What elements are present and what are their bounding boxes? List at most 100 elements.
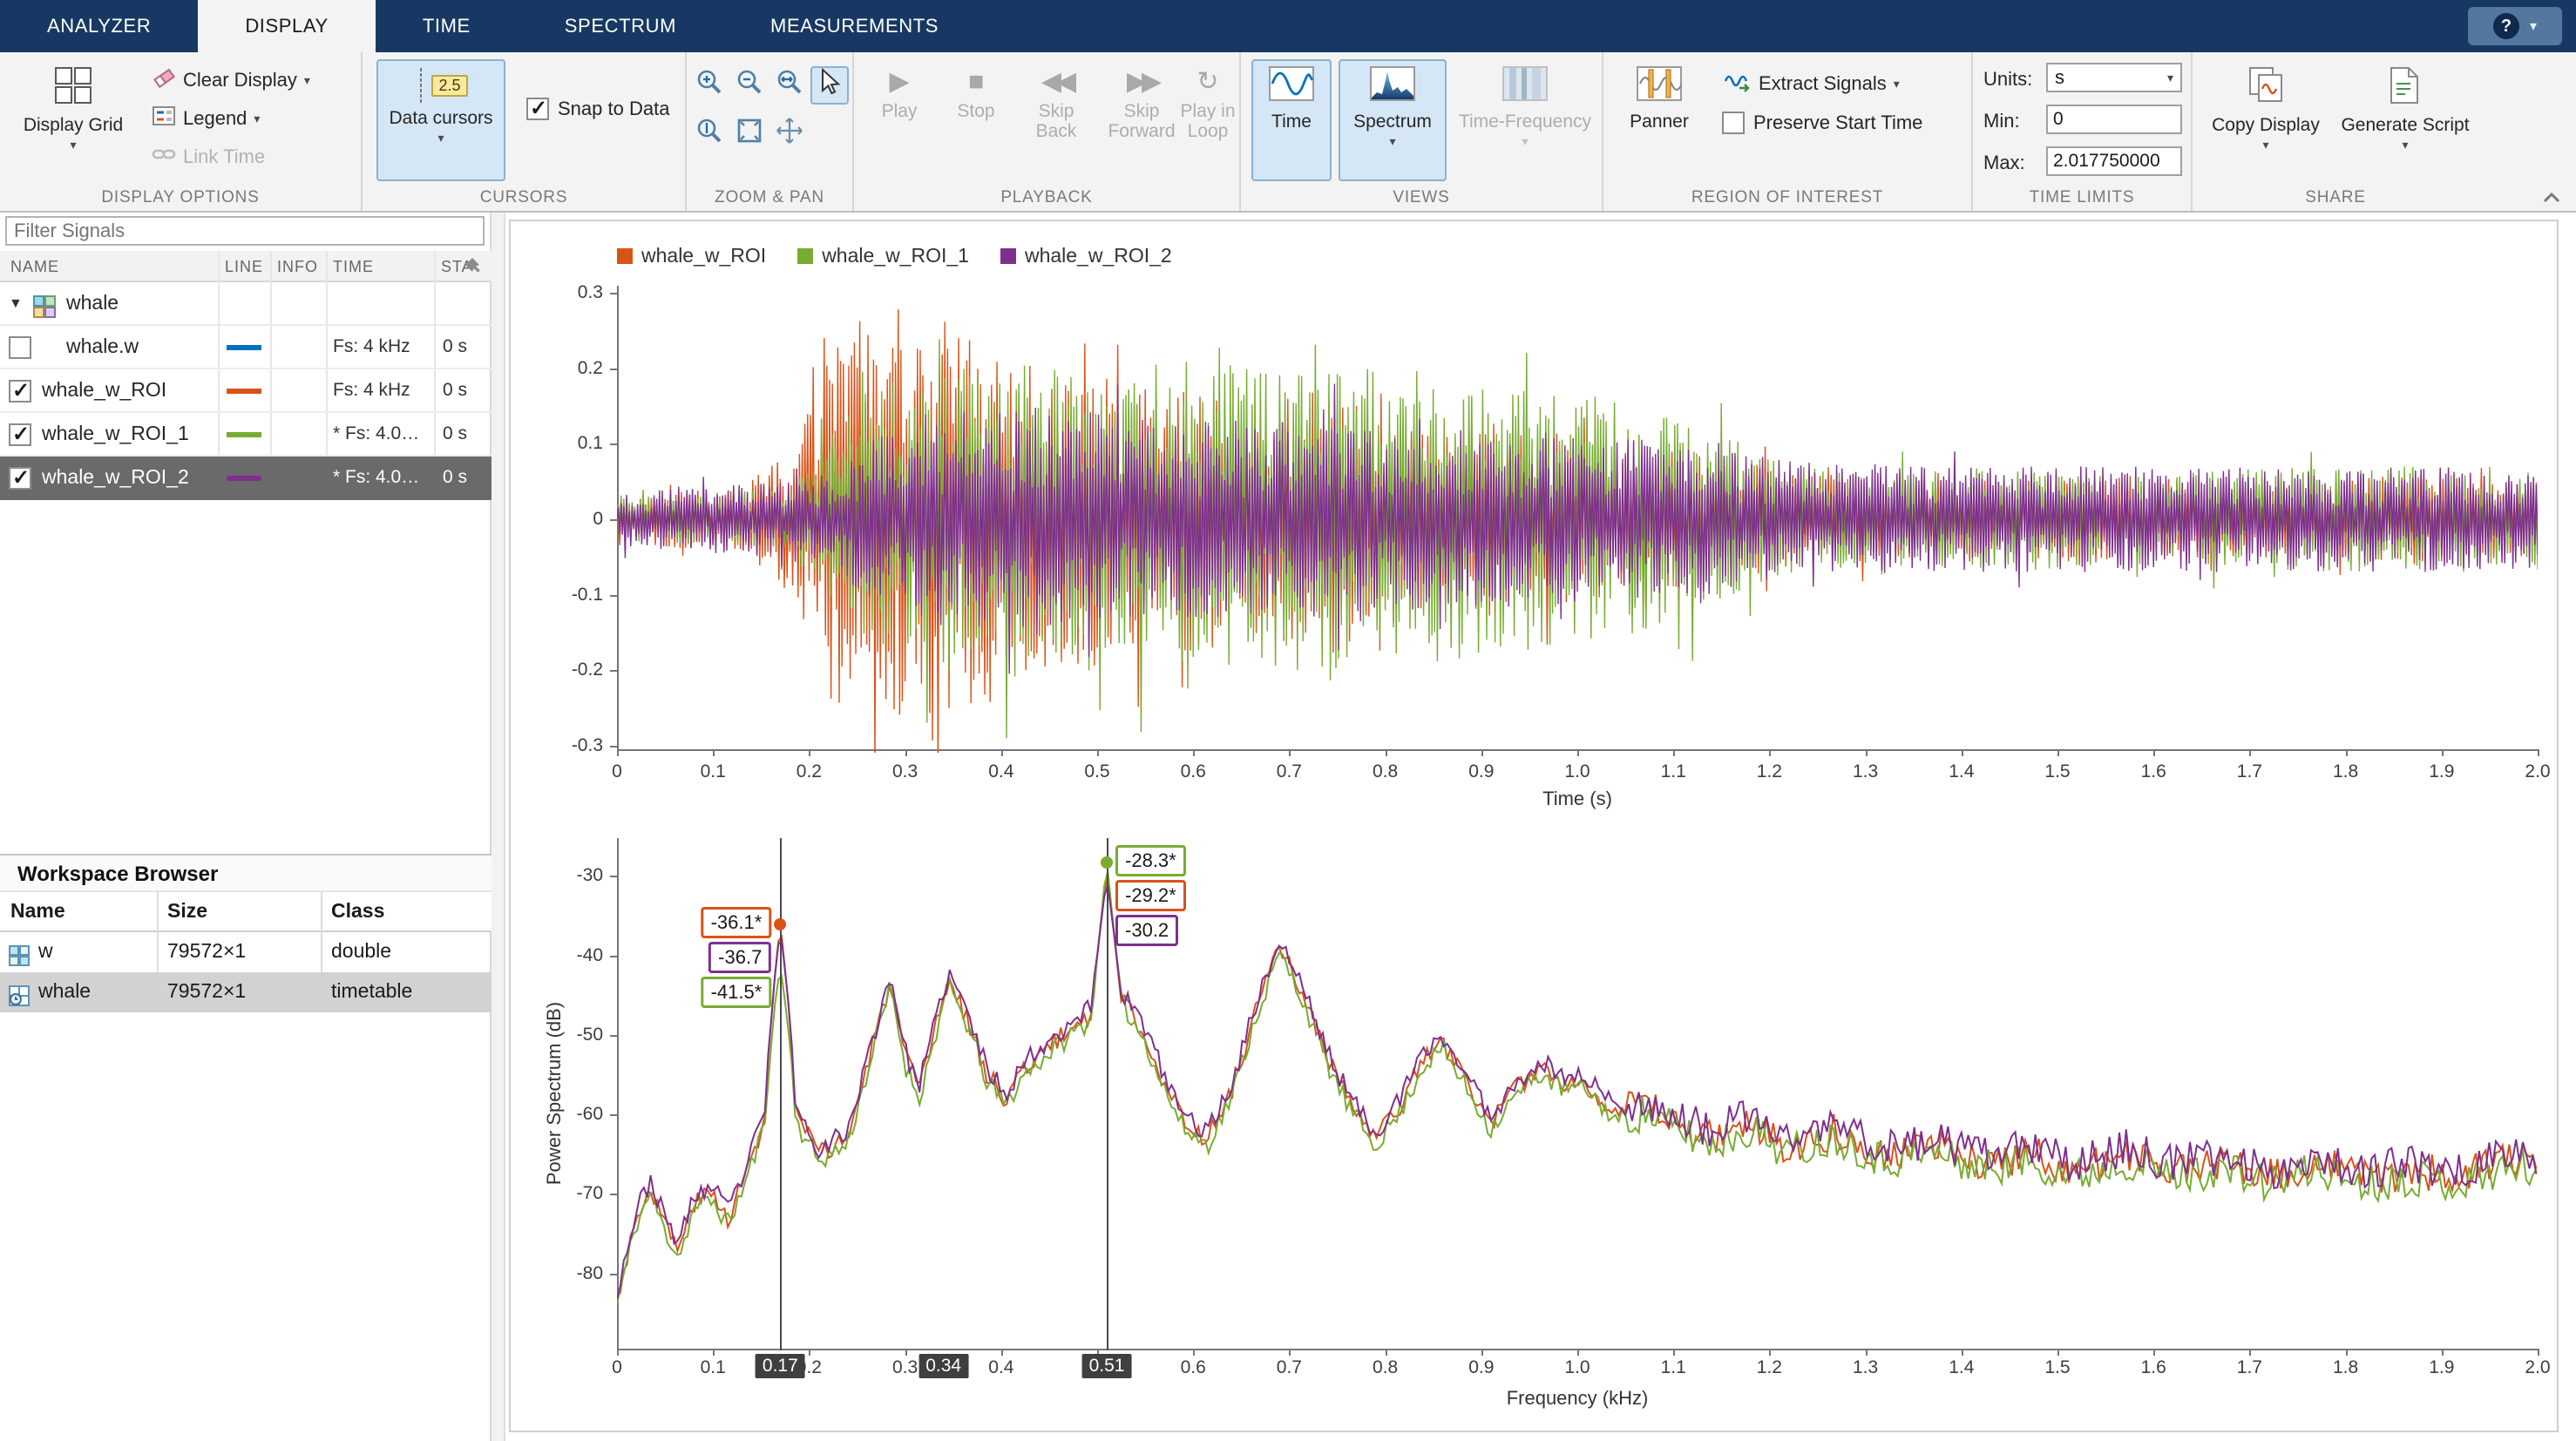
workspace-row-w[interactable]: w 79572×1 double [0,932,491,972]
toolstrip: Display Grid ▾ Clear Display ▾ Legend ▾ … [0,52,2576,213]
display-grid-button[interactable]: Display Grid ▾ [10,59,136,181]
fit-to-view-icon [736,117,763,152]
x-tick-label: 0.1 [701,761,726,782]
chevron-down-icon: ▾ [1389,135,1395,147]
x-tick-mark [2057,749,2059,756]
zoom-out-button[interactable] [730,66,769,105]
cursor-readout[interactable]: -29.2* [1115,880,1186,911]
legend-item[interactable]: whale_w_ROI [617,244,766,267]
cursor-readout[interactable]: -41.5* [702,977,772,1008]
checkbox-icon [526,98,549,120]
cursor-marker [774,918,786,930]
link-time-label: Link Time [183,145,265,168]
zoom-x-button[interactable] [770,66,809,105]
min-input[interactable] [2046,105,2182,134]
x-tick-mark [1577,749,1579,756]
filter-signals-input[interactable] [5,216,485,246]
signal-name: whale.w [66,335,139,358]
spectrum-cursor-line-1[interactable] [780,838,782,1350]
zoom-in-button[interactable] [690,66,729,105]
workspace-columns[interactable]: Name Size Class [0,892,491,932]
clear-display-button[interactable]: Clear Display ▾ [146,63,315,98]
legend-label: whale_w_ROI_1 [822,244,969,267]
cursor-readout[interactable]: -36.1* [702,907,772,938]
units-select[interactable]: s ▾ [2046,63,2182,92]
signal-row-whale-w-roi-2[interactable]: whale_w_ROI_2 * Fs: 4.0… 0 s [0,457,491,500]
collapse-ribbon-icon[interactable] [2539,183,2564,204]
copy-display-button[interactable]: Copy Display ▾ [2203,59,2329,181]
loop-icon: ↻ [1196,66,1218,98]
tab-spectrum[interactable]: SPECTRUM [518,0,723,52]
timetable-icon [9,981,30,1013]
signal-group-row[interactable]: ▼ whale [0,282,491,326]
x-tick-mark [713,1349,715,1356]
legend-item[interactable]: whale_w_ROI_2 [1000,244,1172,267]
x-tick-label: 0.7 [1277,761,1302,782]
x-tick-label: 1.5 [2044,761,2070,782]
panner-button[interactable]: Panner [1614,59,1705,181]
signal-checkbox[interactable] [9,423,31,446]
y-tick-label: -30 [577,865,603,886]
cursor-readout[interactable]: -36.7 [708,942,771,973]
y-tick-label: 0 [593,509,603,530]
spectrum-series-whale_w_ROI_2 [617,885,2536,1300]
time-view-button[interactable]: Time [1251,59,1332,181]
pan-button[interactable] [770,115,809,153]
skip-back-icon: ◀◀ [1041,66,1071,98]
data-cursors-button[interactable]: 2.5 Data cursors ▾ [376,59,505,181]
x-tick-label: 0.3 [892,761,918,782]
x-tick-mark [809,749,810,756]
workspace-row-whale[interactable]: whale 79572×1 timetable [0,972,491,1012]
chevron-down-icon: ▾ [254,112,260,125]
max-input[interactable] [2046,146,2182,176]
fit-to-view-button[interactable] [730,115,769,153]
help-button[interactable]: ? ▾ [2468,7,2562,45]
signal-name: whale_w_ROI_2 [42,465,189,489]
tab-display[interactable]: DISPLAY [198,0,376,52]
x-tick-label: 1.8 [2333,761,2358,782]
section-region-of-interest: Panner Extract Signals ▾ Preserve Start … [1603,52,1973,211]
pin-icon[interactable] [465,256,485,280]
extract-signals-button[interactable]: Extract Signals ▾ [1718,66,1905,101]
legend-item[interactable]: whale_w_ROI_1 [797,244,969,267]
clear-display-label: Clear Display [183,69,297,91]
data-cursors-label: Data cursors [389,108,492,128]
signal-checkbox[interactable] [9,336,31,359]
generate-script-button[interactable]: Generate Script ▾ [2339,59,2471,181]
y-tick-mark [610,369,617,370]
spectrum-series-whale_w_ROI_1 [617,871,2536,1303]
power-spectrum-plot[interactable] [617,838,2538,1350]
workspace-var-class: timetable [331,979,412,1003]
cursor-readout[interactable]: -30.2 [1115,915,1178,946]
signal-row-whale-w-roi[interactable]: whale_w_ROI Fs: 4 kHz 0 s [0,369,491,413]
column-header-info: INFO [277,258,318,276]
signal-row-whale-w[interactable]: whale.w Fs: 4 kHz 0 s [0,326,491,369]
cursor-axis-value[interactable]: 0.51 [1082,1354,1132,1378]
signal-row-whale-w-roi-1[interactable]: whale_w_ROI_1 * Fs: 4.0… 0 s [0,413,491,457]
cursor-readout[interactable]: -28.3* [1115,845,1186,876]
signal-checkbox[interactable] [9,380,31,403]
signal-name: whale_w_ROI_1 [42,422,189,445]
tab-measurements[interactable]: MEASUREMENTS [723,0,986,52]
spectrum-view-button[interactable]: Spectrum ▾ [1339,59,1447,181]
snap-to-data-checkbox[interactable]: Snap to Data [526,98,669,120]
legend-button[interactable]: Legend ▾ [146,101,265,136]
section-time-limits: Units: s ▾ Min: Max: TIME LIMITS [1973,52,2193,211]
pointer-button[interactable] [810,66,849,105]
x-tick-mark [1097,749,1099,756]
preserve-start-time-checkbox[interactable]: Preserve Start Time [1722,112,1922,134]
panel-splitter[interactable] [491,213,505,1441]
tab-analyzer[interactable]: ANALYZER [0,0,198,52]
generate-script-icon [2388,66,2423,112]
expand-caret-icon[interactable]: ▼ [9,296,23,312]
time-waveform-plot[interactable] [617,286,2538,753]
legend-label: whale_w_ROI [641,244,766,267]
zoom-y-button[interactable] [690,115,729,153]
spectrum-cursor-line-2[interactable] [1107,838,1108,1350]
cursor-axis-value[interactable]: 0.17 [756,1354,805,1378]
signal-start: 0 s [443,336,467,357]
signal-checkbox[interactable] [9,467,31,490]
section-label-region-of-interest: REGION OF INTEREST [1603,188,1971,207]
tab-time[interactable]: TIME [376,0,518,52]
signal-table-header[interactable]: NAME LINE INFO TIME START [0,251,491,282]
